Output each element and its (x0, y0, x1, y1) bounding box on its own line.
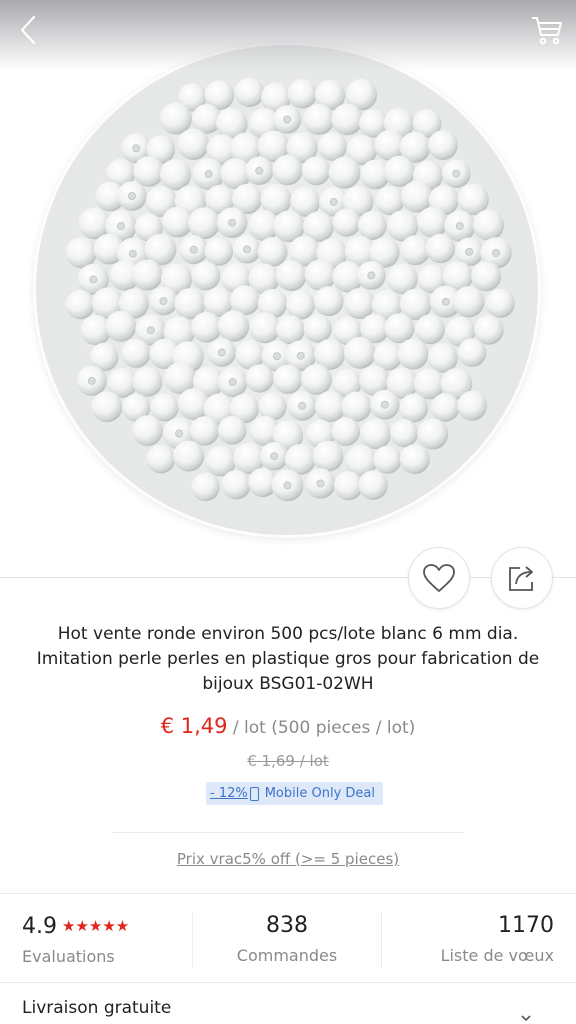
image-divider (0, 577, 576, 578)
wishlist-label: Liste de vœux (440, 946, 554, 965)
deal-label: Mobile Only Deal (264, 786, 375, 801)
chevron-down-icon[interactable] (520, 1012, 532, 1024)
shipping-label[interactable]: Livraison gratuite (22, 998, 171, 1018)
star-rating-icon: ★★★★★ (62, 917, 130, 935)
cart-icon (532, 17, 562, 45)
wishlist-button[interactable] (408, 547, 470, 609)
original-price: € 1,69 / lot (247, 752, 329, 770)
cart-button[interactable] (530, 14, 564, 46)
rating-value: 4.9 (22, 914, 57, 939)
bowl-rim (33, 42, 541, 538)
bulk-price-link[interactable]: Prix vrac5% off (>= 5 pieces) (0, 850, 576, 868)
phone-icon (249, 786, 259, 801)
rating-stat[interactable]: 4.9 ★★★★★ Evaluations (22, 912, 192, 972)
mobile-deal-badge: - 12% Mobile Only Deal (206, 782, 383, 805)
price-row: € 1,49 / lot (500 pieces / lot) (0, 714, 576, 738)
wishlist-stat[interactable]: 1170 Liste de vœux (382, 912, 554, 972)
divider (112, 832, 464, 833)
orders-stat[interactable]: 838 Commandes (193, 912, 381, 972)
current-price: € 1,49 (160, 714, 228, 738)
wishlist-value: 1170 (498, 913, 554, 938)
back-button[interactable] (16, 14, 46, 46)
orders-label: Commandes (236, 946, 338, 965)
discount-percent: - 12% (210, 786, 248, 801)
rating-label: Evaluations (22, 947, 115, 966)
divider (0, 893, 576, 894)
chevron-left-icon (20, 15, 36, 45)
share-icon (509, 566, 533, 591)
share-button[interactable] (491, 547, 553, 609)
top-shade (0, 0, 576, 70)
heart-icon (423, 564, 455, 592)
orders-value: 838 (266, 913, 308, 938)
price-unit: / lot (500 pieces / lot) (227, 718, 416, 738)
divider (0, 982, 576, 983)
product-image[interactable] (0, 0, 576, 578)
product-title: Hot vente ronde environ 500 pcs/lote bla… (36, 624, 540, 694)
